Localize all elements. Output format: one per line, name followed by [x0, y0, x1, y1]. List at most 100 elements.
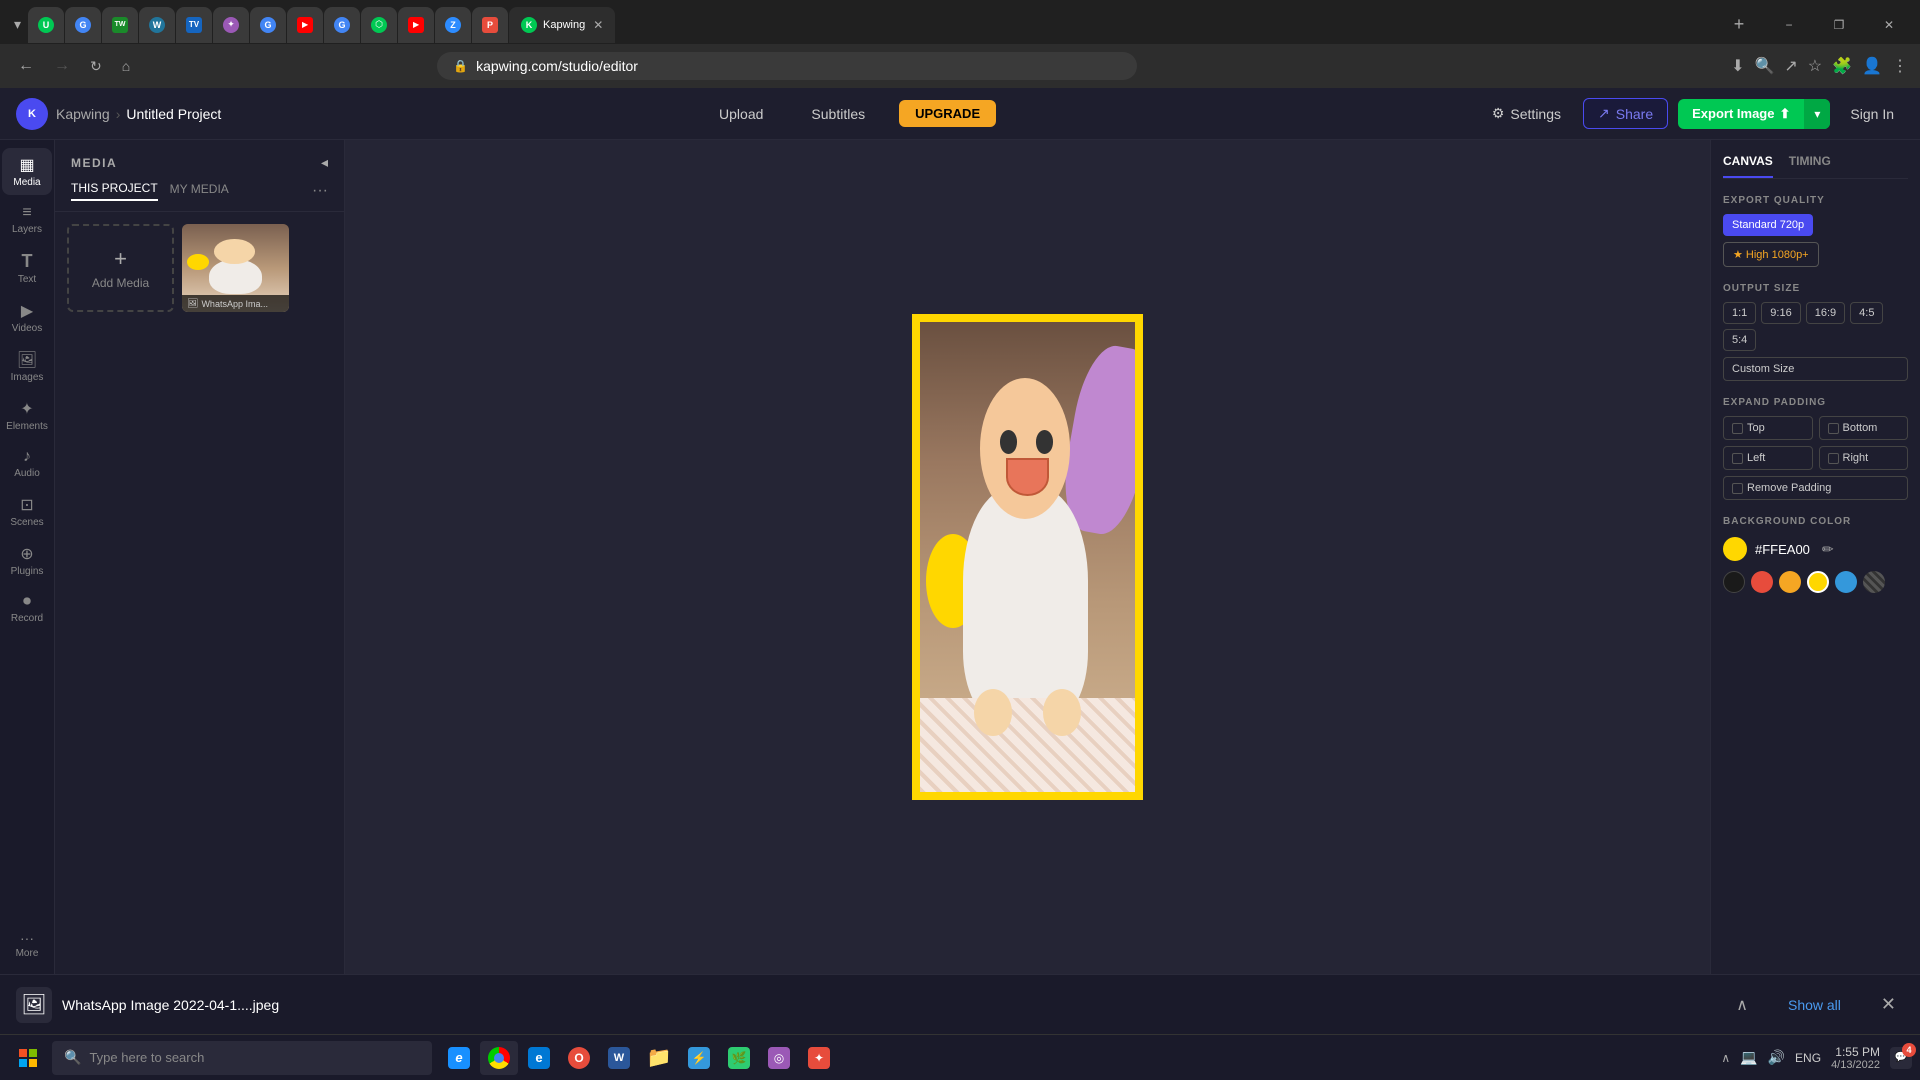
- sidebar-item-plugins[interactable]: ⊕ Plugins: [2, 537, 52, 584]
- padding-left[interactable]: Left: [1723, 446, 1813, 470]
- tab-g1[interactable]: G: [65, 7, 101, 43]
- window-close[interactable]: ✕: [1866, 9, 1912, 41]
- taskbar-app-3[interactable]: ◎: [760, 1041, 798, 1075]
- project-name[interactable]: Untitled Project: [126, 106, 221, 122]
- tab-p[interactable]: P: [472, 7, 508, 43]
- size-1-1[interactable]: 1:1: [1723, 302, 1756, 324]
- show-all-button[interactable]: Show all: [1772, 993, 1857, 1017]
- sidebar-item-text[interactable]: T Text: [2, 244, 52, 292]
- download-icon[interactable]: ⬇: [1731, 56, 1744, 76]
- add-media-button[interactable]: + Add Media: [67, 224, 174, 312]
- media-thumb-whatsapp[interactable]: 🖼 WhatsApp Ima...: [182, 224, 289, 312]
- tab-star[interactable]: ✦: [213, 7, 249, 43]
- tab-scroll-down[interactable]: ▾: [8, 12, 27, 37]
- taskbar-app-4[interactable]: ✦: [800, 1041, 838, 1075]
- size-16-9[interactable]: 16:9: [1806, 302, 1845, 324]
- swatch-red[interactable]: [1751, 571, 1773, 593]
- tab-wp[interactable]: W: [139, 7, 175, 43]
- tab-yt1[interactable]: ▶: [287, 7, 323, 43]
- export-button[interactable]: Export Image ⬆: [1678, 99, 1804, 129]
- taskbar-app-opera[interactable]: O: [560, 1041, 598, 1075]
- remove-padding-button[interactable]: Remove Padding: [1723, 476, 1908, 500]
- quality-720p[interactable]: Standard 720p: [1723, 214, 1813, 236]
- extensions-icon[interactable]: 🧩: [1832, 56, 1852, 76]
- swatch-orange[interactable]: [1779, 571, 1801, 593]
- tab-g3[interactable]: G: [324, 7, 360, 43]
- tab-yt2[interactable]: ▶: [398, 7, 434, 43]
- subtitles-button[interactable]: Subtitles: [797, 100, 879, 128]
- bookmark-icon[interactable]: ☆: [1808, 56, 1822, 76]
- sidebar-item-record[interactable]: ⏺ Record: [2, 586, 52, 631]
- sidebar-item-media[interactable]: ▦ Media: [2, 148, 52, 195]
- tab-z[interactable]: Z: [435, 7, 471, 43]
- padding-bottom[interactable]: Bottom: [1819, 416, 1909, 440]
- home-button[interactable]: ⌂: [116, 54, 136, 78]
- sidebar-item-audio[interactable]: ♪ Audio: [2, 441, 52, 486]
- taskbar-app-2[interactable]: 🌿: [720, 1041, 758, 1075]
- notification-badge[interactable]: 💬 4: [1890, 1047, 1912, 1069]
- forward-button[interactable]: →: [48, 53, 76, 79]
- upload-button[interactable]: Upload: [705, 100, 777, 128]
- lens-icon[interactable]: 🔍: [1754, 56, 1774, 76]
- taskbar-app-word[interactable]: W: [600, 1041, 638, 1075]
- collapse-bottom-button[interactable]: ∧: [1728, 991, 1756, 1019]
- tab-tw[interactable]: TW: [102, 7, 138, 43]
- reload-button[interactable]: ↻: [84, 54, 108, 79]
- sidebar-item-videos[interactable]: ▶ Videos: [2, 294, 52, 341]
- profiles-icon[interactable]: 👤: [1862, 56, 1882, 76]
- custom-size-button[interactable]: Custom Size: [1723, 357, 1908, 381]
- share-icon[interactable]: ↗: [1784, 56, 1797, 76]
- taskbar-volume-icon[interactable]: 🔊: [1768, 1049, 1785, 1066]
- new-tab-button[interactable]: +: [1725, 11, 1753, 39]
- padding-top[interactable]: Top: [1723, 416, 1813, 440]
- tab-close-active[interactable]: ✕: [593, 18, 603, 32]
- taskbar-app-ie[interactable]: e: [440, 1041, 478, 1075]
- sidebar-item-layers[interactable]: ≡ Layers: [2, 197, 52, 242]
- taskbar-clock[interactable]: 1:55 PM 4/13/2022: [1831, 1045, 1880, 1071]
- collapse-panel-icon[interactable]: ◂: [321, 154, 328, 171]
- size-9-16[interactable]: 9:16: [1761, 302, 1800, 324]
- tab-my-media[interactable]: MY MEDIA: [170, 182, 229, 200]
- upgrade-button[interactable]: UPGRADE: [899, 100, 996, 127]
- sidebar-item-more[interactable]: ··· More: [2, 923, 52, 966]
- brand-name[interactable]: Kapwing: [56, 106, 110, 122]
- sidebar-item-scenes[interactable]: ⊡ Scenes: [2, 488, 52, 535]
- tab-upwork[interactable]: U: [28, 7, 64, 43]
- tab-hex[interactable]: ⬡: [361, 7, 397, 43]
- taskbar-app-chrome[interactable]: [480, 1041, 518, 1075]
- export-dropdown-button[interactable]: ▾: [1804, 99, 1830, 129]
- taskbar-app-files[interactable]: 📁: [640, 1041, 678, 1075]
- taskbar-app-1[interactable]: ⚡: [680, 1041, 718, 1075]
- tab-this-project[interactable]: THIS PROJECT: [71, 181, 158, 201]
- menu-icon[interactable]: ⋮: [1892, 56, 1908, 76]
- start-button[interactable]: [8, 1040, 48, 1076]
- quality-1080p[interactable]: ★ High 1080p+: [1723, 242, 1819, 267]
- color-picker-icon[interactable]: ✏: [1822, 541, 1834, 558]
- tab-g2[interactable]: G: [250, 7, 286, 43]
- tab-canvas[interactable]: CANVAS: [1723, 154, 1773, 178]
- size-5-4[interactable]: 5:4: [1723, 329, 1756, 351]
- taskbar-app-edge[interactable]: e: [520, 1041, 558, 1075]
- window-maximize[interactable]: ❐: [1816, 9, 1862, 41]
- settings-button[interactable]: ⚙ Settings: [1480, 99, 1573, 128]
- close-bottom-button[interactable]: ✕: [1873, 990, 1904, 1019]
- window-minimize[interactable]: −: [1766, 9, 1812, 41]
- swatch-blue[interactable]: [1835, 571, 1857, 593]
- more-options-icon[interactable]: ···: [312, 182, 328, 200]
- sidebar-item-elements[interactable]: ✦ Elements: [2, 392, 52, 439]
- taskbar-chevron-up[interactable]: ∧: [1721, 1051, 1730, 1065]
- taskbar-network-icon[interactable]: 💻: [1740, 1049, 1757, 1066]
- size-4-5[interactable]: 4:5: [1850, 302, 1883, 324]
- url-input[interactable]: 🔒 kapwing.com/studio/editor: [437, 52, 1137, 80]
- swatch-transparent[interactable]: [1863, 571, 1885, 593]
- swatch-yellow[interactable]: [1807, 571, 1829, 593]
- signin-button[interactable]: Sign In: [1840, 100, 1904, 128]
- tab-kapwing-active[interactable]: K Kapwing ✕: [509, 7, 615, 43]
- taskbar-search[interactable]: 🔍 Type here to search: [52, 1041, 432, 1075]
- tab-tv[interactable]: TV: [176, 7, 212, 43]
- back-button[interactable]: ←: [12, 53, 40, 79]
- canvas-border[interactable]: [912, 314, 1143, 800]
- sidebar-item-images[interactable]: 🖼 Images: [2, 343, 52, 390]
- padding-right[interactable]: Right: [1819, 446, 1909, 470]
- share-button[interactable]: ↗ Share: [1583, 98, 1668, 129]
